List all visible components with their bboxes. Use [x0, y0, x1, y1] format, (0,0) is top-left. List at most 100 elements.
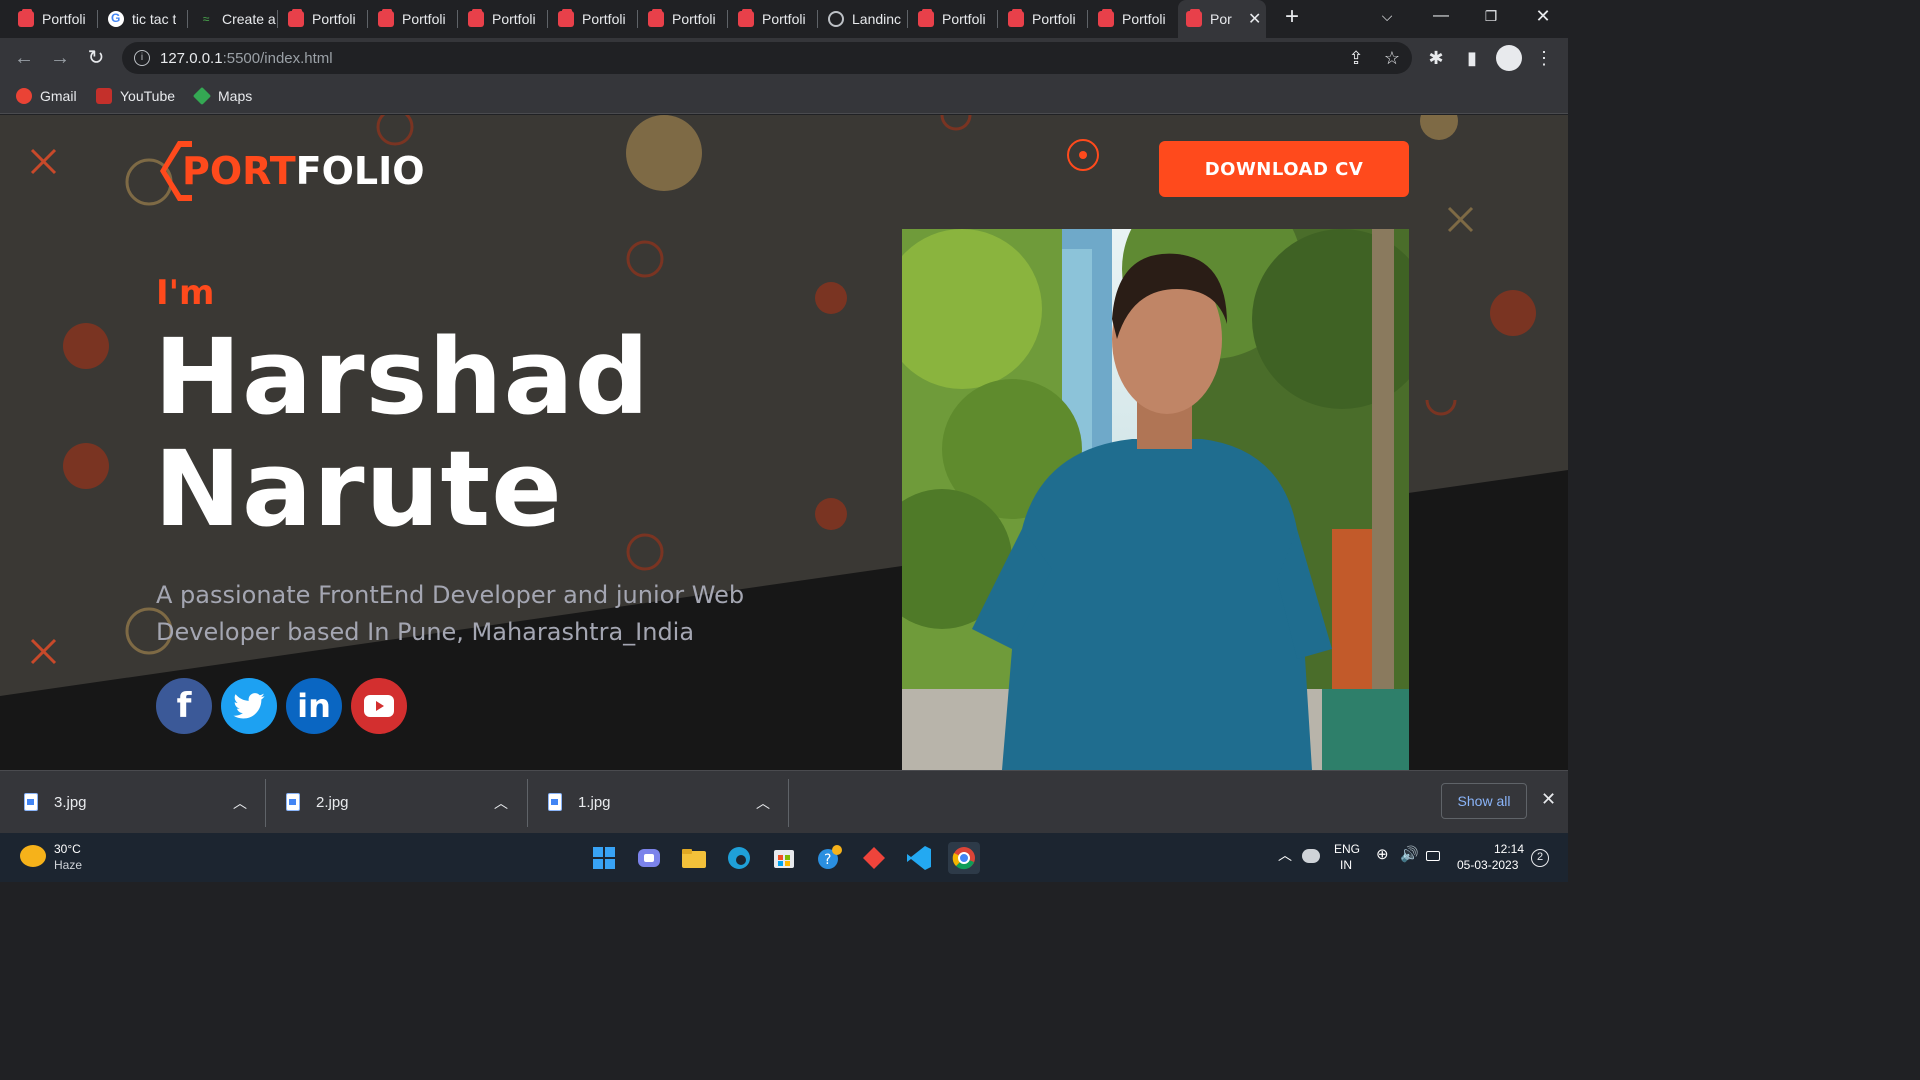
bookmark-gmail[interactable]: Gmail [16, 86, 77, 106]
chevron-up-icon[interactable]: ︿ [233, 793, 247, 813]
download-item[interactable]: 3.jpg [24, 771, 87, 833]
first-name-heading: Harshad [154, 316, 651, 438]
back-icon[interactable]: ← [12, 46, 36, 70]
gmail-icon [16, 88, 32, 104]
tab-search-icon[interactable]: ⌵ [1364, 0, 1410, 32]
store-icon[interactable] [768, 842, 800, 874]
anydesk-icon[interactable] [858, 842, 890, 874]
chrome-icon[interactable] [948, 842, 980, 874]
portfolio-icon [1098, 9, 1114, 27]
clock-date[interactable]: 05-03-2023 [1457, 857, 1518, 873]
tab[interactable]: Landinc [818, 0, 908, 38]
close-downloads-icon[interactable]: ✕ [1541, 789, 1556, 810]
portfolio-icon [1008, 9, 1024, 27]
windows-taskbar: 30°C Haze ? ︿ ENG IN ⊕ 🔊 12:14 05-03-202… [0, 833, 1568, 882]
language-code[interactable]: ENG [1334, 841, 1360, 857]
bookmarks-bar: Gmail YouTube Maps [0, 78, 1568, 114]
bookmark-youtube[interactable]: YouTube [96, 86, 175, 106]
menu-icon[interactable]: ⋮ [1532, 46, 1556, 70]
volume-icon[interactable]: 🔊 [1400, 847, 1419, 863]
onedrive-icon[interactable] [1302, 849, 1320, 863]
portfolio-icon [288, 9, 304, 27]
download-item[interactable]: 2.jpg [286, 771, 349, 833]
address-bar[interactable]: i 127.0.0.1:5500/index.html [122, 42, 1412, 74]
download-cv-button[interactable]: DOWNLOAD CV [1159, 141, 1409, 197]
tab[interactable]: Portfoli [998, 0, 1088, 38]
portfolio-icon [558, 9, 574, 27]
chevron-up-icon[interactable]: ︿ [756, 793, 770, 813]
description-text: A passionate FrontEnd Developer and juni… [156, 581, 745, 646]
youtube-social-icon[interactable] [351, 678, 407, 734]
notification-badge[interactable]: 2 [1531, 849, 1549, 867]
language-region[interactable]: IN [1340, 857, 1352, 873]
tab[interactable]: ≈ Create a [188, 0, 278, 38]
tab[interactable]: Portfoli [1088, 0, 1178, 38]
tab[interactable]: Portfoli [908, 0, 998, 38]
weather-desc: Haze [54, 858, 83, 872]
chevron-up-icon[interactable]: ︿ [1278, 847, 1292, 863]
close-window-button[interactable]: ✕ [1520, 0, 1566, 32]
extensions-icon[interactable]: ✱ [1424, 46, 1448, 70]
help-icon[interactable]: ? [813, 842, 845, 874]
share-icon[interactable]: ⇪ [1344, 46, 1368, 70]
clock-time[interactable]: 12:14 [1494, 841, 1524, 857]
portfolio-icon [468, 9, 484, 27]
tab[interactable]: Portfoli [8, 0, 98, 38]
profile-photo [902, 229, 1409, 770]
google-icon [108, 11, 124, 27]
twitter-icon[interactable] [221, 678, 277, 734]
close-tab-icon[interactable]: ✕ [1248, 9, 1261, 29]
tab[interactable]: Portfoli [548, 0, 638, 38]
weather-icon[interactable] [20, 845, 46, 867]
browser-toolbar: ← → ↻ i 127.0.0.1:5500/index.html ⇪ ☆ ✱ … [0, 38, 1568, 78]
linkedin-icon[interactable]: in [286, 678, 342, 734]
portfolio-icon [378, 9, 394, 27]
tab[interactable]: Portfoli [728, 0, 818, 38]
portfolio-icon [18, 9, 34, 27]
show-all-button[interactable]: Show all [1441, 783, 1527, 819]
bookmark-maps[interactable]: Maps [192, 86, 252, 106]
portfolio-icon [1186, 9, 1202, 27]
reload-icon[interactable]: ↻ [84, 46, 108, 70]
url-host: 127.0.0.1 [160, 49, 223, 67]
tab-active[interactable]: Por ✕ [1178, 0, 1266, 38]
tab[interactable]: Portfoli [278, 0, 368, 38]
side-panel-icon[interactable]: ▮ [1460, 46, 1484, 70]
youtube-icon [96, 88, 112, 104]
edge-icon[interactable] [723, 842, 755, 874]
teams-chat-icon[interactable] [633, 842, 665, 874]
maps-icon [192, 86, 212, 106]
image-file-icon [24, 793, 38, 811]
site-logo[interactable]: P ORT FOLIO [156, 139, 425, 203]
site-info-icon[interactable]: i [134, 50, 150, 66]
create-icon: ≈ [202, 12, 210, 26]
network-icon[interactable]: ⊕ [1376, 847, 1389, 863]
image-file-icon [548, 793, 562, 811]
tab[interactable]: Portfoli [638, 0, 728, 38]
download-item[interactable]: 1.jpg [548, 771, 611, 833]
tab-strip: Portfoli tic tac t ≈ Create a Portfoli P… [0, 0, 1568, 38]
tab[interactable]: Portfoli [458, 0, 548, 38]
profile-avatar[interactable] [1496, 45, 1522, 71]
new-tab-button[interactable]: + [1281, 5, 1303, 29]
svg-text:?: ? [824, 852, 831, 868]
battery-icon[interactable] [1426, 851, 1440, 861]
portfolio-icon [648, 9, 664, 27]
chevron-up-icon[interactable]: ︿ [494, 793, 508, 813]
file-explorer-icon[interactable] [678, 842, 710, 874]
start-icon[interactable] [588, 842, 620, 874]
bookmark-star-icon[interactable]: ☆ [1380, 46, 1404, 70]
restore-button[interactable]: ❐ [1468, 0, 1514, 32]
portfolio-icon [738, 9, 754, 27]
intro-text: I'm [156, 273, 215, 313]
tab[interactable]: tic tac t [98, 0, 188, 38]
tab[interactable]: Portfoli [368, 0, 458, 38]
vscode-icon[interactable] [903, 842, 935, 874]
url-path: :5500/index.html [222, 49, 333, 67]
forward-icon[interactable]: → [48, 46, 72, 70]
portfolio-page: P ORT FOLIO DOWNLOAD CV I'm Harshad Narute… [0, 115, 1568, 770]
facebook-icon[interactable]: f [156, 678, 212, 734]
weather-temp: 30°C [54, 842, 81, 856]
portfolio-icon [918, 9, 934, 27]
minimize-button[interactable]: — [1418, 0, 1464, 32]
